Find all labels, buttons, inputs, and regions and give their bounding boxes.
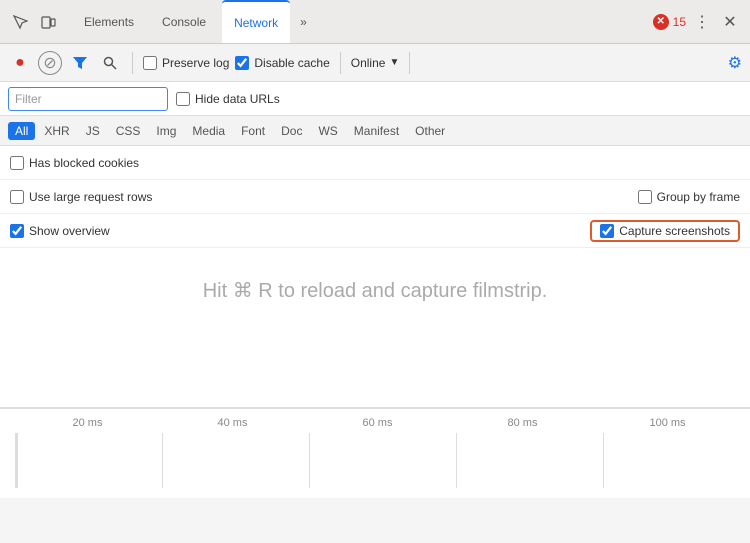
tab-network[interactable]: Network xyxy=(222,0,290,43)
type-filter-manifest[interactable]: Manifest xyxy=(347,122,406,140)
type-filter-doc[interactable]: Doc xyxy=(274,122,309,140)
use-large-rows-checkbox[interactable] xyxy=(10,190,24,204)
tab-more[interactable]: » xyxy=(294,11,313,33)
type-filter-font[interactable]: Font xyxy=(234,122,272,140)
capture-screenshots-checkbox[interactable] xyxy=(600,224,614,238)
type-filter-bar: All XHR JS CSS Img Media Font Doc WS Man… xyxy=(0,116,750,146)
capture-screenshots-highlight: Capture screenshots xyxy=(590,220,740,242)
type-filter-css[interactable]: CSS xyxy=(109,122,148,140)
timeline: 20 ms 40 ms 60 ms 80 ms 100 ms xyxy=(0,408,750,498)
options-row-2: Use large request rows Group by frame xyxy=(0,180,750,214)
inspect-icon[interactable] xyxy=(8,10,32,34)
preserve-log-checkbox[interactable] xyxy=(143,56,157,70)
timeline-vline-3 xyxy=(456,433,457,488)
filter-bar: Hide data URLs xyxy=(0,82,750,116)
timeline-markers: 20 ms 40 ms 60 ms 80 ms 100 ms xyxy=(0,417,750,429)
device-icon[interactable] xyxy=(36,10,60,34)
kebab-menu-button[interactable]: ⋮ xyxy=(690,10,714,34)
network-toolbar: ● ⊘ Preserve log Disable cache Online ▼ … xyxy=(0,44,750,82)
timeline-marker-2: 40 ms xyxy=(160,417,305,429)
timeline-marker-4: 80 ms xyxy=(450,417,595,429)
timeline-left-border xyxy=(15,433,18,488)
timeline-vline-2 xyxy=(309,433,310,488)
toolbar-divider-3 xyxy=(409,52,410,74)
network-throttle-select[interactable]: Online ▼ xyxy=(351,56,400,70)
disable-cache-checkbox[interactable] xyxy=(235,56,249,70)
tab-elements[interactable]: Elements xyxy=(72,0,146,43)
preserve-log-checkbox-label[interactable]: Preserve log xyxy=(143,56,229,70)
hide-data-urls-checkbox-label[interactable]: Hide data URLs xyxy=(176,92,280,106)
filter-icon[interactable] xyxy=(68,51,92,75)
toolbar-divider-1 xyxy=(132,52,133,74)
timeline-marker-3: 60 ms xyxy=(305,417,450,429)
close-devtools-button[interactable]: ✕ xyxy=(718,10,742,34)
has-blocked-cookies-checkbox[interactable] xyxy=(10,156,24,170)
type-filter-img[interactable]: Img xyxy=(149,122,183,140)
filter-input[interactable] xyxy=(8,87,168,111)
timeline-vline-4 xyxy=(603,433,604,488)
timeline-vline-1 xyxy=(162,433,163,488)
show-overview-checkbox[interactable] xyxy=(10,224,24,238)
timeline-marker-1: 20 ms xyxy=(15,417,160,429)
capture-screenshots-label[interactable]: Capture screenshots xyxy=(600,224,730,238)
group-by-frame-label[interactable]: Group by frame xyxy=(638,190,740,204)
tab-bar: Elements Console Network » ✕ 15 ⋮ ✕ xyxy=(0,0,750,44)
reload-hint: Hit ⌘ R to reload and capture filmstrip. xyxy=(203,278,548,303)
error-badge: ✕ 15 xyxy=(653,14,686,30)
type-filter-media[interactable]: Media xyxy=(185,122,232,140)
error-circle: ✕ xyxy=(653,14,669,30)
record-button[interactable]: ● xyxy=(8,51,32,75)
search-button[interactable] xyxy=(98,51,122,75)
timeline-marker-5: 100 ms xyxy=(595,417,740,429)
main-content: Hit ⌘ R to reload and capture filmstrip. xyxy=(0,248,750,408)
use-large-rows-label[interactable]: Use large request rows xyxy=(10,190,152,204)
tab-console[interactable]: Console xyxy=(150,0,218,43)
toolbar-divider-2 xyxy=(340,52,341,74)
has-blocked-cookies-label[interactable]: Has blocked cookies xyxy=(10,156,139,170)
settings-button[interactable]: ⚙ xyxy=(728,53,742,73)
group-by-frame-checkbox[interactable] xyxy=(638,190,652,204)
devtools-icons xyxy=(8,10,60,34)
show-overview-label[interactable]: Show overview xyxy=(10,224,110,238)
hide-data-urls-checkbox[interactable] xyxy=(176,92,190,106)
type-filter-ws[interactable]: WS xyxy=(311,122,344,140)
type-filter-all[interactable]: All xyxy=(8,122,35,140)
options-row-1: Has blocked cookies xyxy=(0,146,750,180)
type-filter-xhr[interactable]: XHR xyxy=(37,122,76,140)
type-filter-js[interactable]: JS xyxy=(79,122,107,140)
options-row-3: Show overview Capture screenshots xyxy=(0,214,750,248)
type-filter-other[interactable]: Other xyxy=(408,122,452,140)
disable-cache-checkbox-label[interactable]: Disable cache xyxy=(235,56,329,70)
clear-button[interactable]: ⊘ xyxy=(38,51,62,75)
